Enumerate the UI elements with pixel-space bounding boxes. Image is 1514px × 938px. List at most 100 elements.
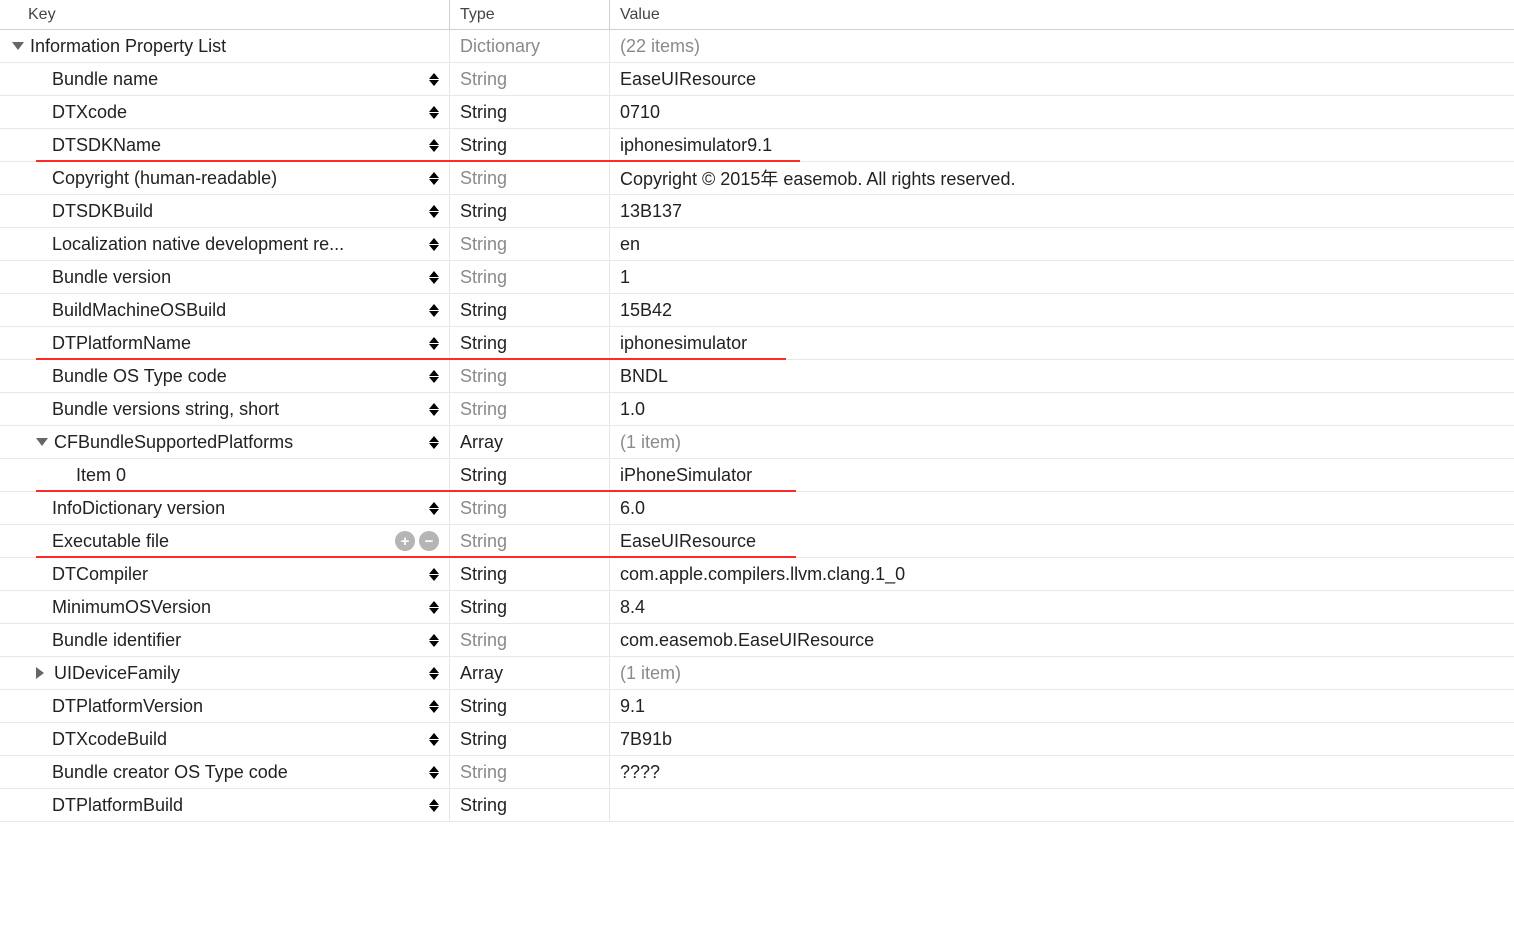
header-type-label: Type: [460, 6, 495, 24]
type-label: String: [460, 531, 507, 552]
key-label: DTCompiler: [52, 564, 148, 585]
value-label: 13B137: [620, 201, 682, 222]
key-stepper-icon[interactable]: [429, 733, 439, 746]
key-label: Bundle OS Type code: [52, 366, 227, 387]
table-row[interactable]: Bundle creator OS Type codeString????: [0, 756, 1514, 789]
value-label: 0710: [620, 102, 660, 123]
table-row[interactable]: Executable file+−StringEaseUIResource: [0, 525, 1514, 558]
key-stepper-icon[interactable]: [429, 304, 439, 317]
key-stepper-icon[interactable]: [429, 106, 439, 119]
key-stepper-icon[interactable]: [429, 766, 439, 779]
value-label: 8.4: [620, 597, 645, 618]
key-stepper-icon[interactable]: [429, 568, 439, 581]
key-label: DTSDKName: [52, 135, 161, 156]
table-row[interactable]: DTPlatformNameStringiphonesimulator: [0, 327, 1514, 360]
key-stepper-icon[interactable]: [429, 73, 439, 86]
key-stepper-icon[interactable]: [429, 667, 439, 680]
header-key[interactable]: Key: [0, 0, 450, 29]
table-row[interactable]: DTXcodeString0710: [0, 96, 1514, 129]
table-row[interactable]: InfoDictionary versionString6.0: [0, 492, 1514, 525]
value-label: com.easemob.EaseUIResource: [620, 630, 874, 651]
annotation-underline: [36, 490, 450, 492]
key-label: Localization native development re...: [52, 234, 344, 255]
type-label: String: [460, 729, 507, 750]
type-label: String: [460, 630, 507, 651]
key-stepper-icon[interactable]: [429, 271, 439, 284]
table-row[interactable]: UIDeviceFamilyArray(1 item): [0, 657, 1514, 690]
key-label: CFBundleSupportedPlatforms: [54, 432, 293, 453]
table-row[interactable]: DTXcodeBuildString7B91b: [0, 723, 1514, 756]
key-label: DTSDKBuild: [52, 201, 153, 222]
annotation-underline: [450, 358, 610, 360]
table-row[interactable]: Bundle versions string, shortString1.0: [0, 393, 1514, 426]
table-row[interactable]: DTCompilerStringcom.apple.compilers.llvm…: [0, 558, 1514, 591]
key-stepper-icon[interactable]: [429, 205, 439, 218]
table-row[interactable]: Localization native development re...Str…: [0, 228, 1514, 261]
value-label: iphonesimulator9.1: [620, 135, 772, 156]
disclosure-triangle-icon[interactable]: [12, 42, 30, 50]
annotation-underline: [610, 556, 796, 558]
disclosure-triangle-icon[interactable]: [36, 438, 54, 446]
table-row[interactable]: Bundle versionString1: [0, 261, 1514, 294]
key-stepper-icon[interactable]: [429, 799, 439, 812]
table-row[interactable]: Bundle identifierStringcom.easemob.EaseU…: [0, 624, 1514, 657]
type-label: String: [460, 135, 507, 156]
key-stepper-icon[interactable]: [429, 502, 439, 515]
key-stepper-icon[interactable]: [429, 172, 439, 185]
header-type[interactable]: Type: [450, 0, 610, 29]
table-row[interactable]: Copyright (human-readable)StringCopyrigh…: [0, 162, 1514, 195]
table-row[interactable]: DTSDKBuildString13B137: [0, 195, 1514, 228]
table-row[interactable]: BuildMachineOSBuildString15B42: [0, 294, 1514, 327]
key-stepper-icon[interactable]: [429, 337, 439, 350]
key-stepper-icon[interactable]: [429, 700, 439, 713]
key-stepper-icon[interactable]: [429, 436, 439, 449]
key-label: DTPlatformName: [52, 333, 191, 354]
header-value-label: Value: [620, 6, 660, 24]
table-row[interactable]: MinimumOSVersion String 8.4: [0, 591, 1514, 624]
root-row[interactable]: Information Property List Dictionary (22…: [0, 30, 1514, 63]
type-label: String: [460, 762, 507, 783]
remove-row-button[interactable]: −: [419, 531, 439, 551]
disclosure-triangle-icon[interactable]: [36, 667, 50, 679]
type-label: String: [460, 366, 507, 387]
type-label: String: [460, 399, 507, 420]
key-stepper-icon[interactable]: [429, 601, 439, 614]
annotation-underline: [450, 490, 610, 492]
key-label: MinimumOSVersion: [52, 597, 211, 618]
table-row[interactable]: DTPlatformBuildString: [0, 789, 1514, 822]
key-stepper-icon[interactable]: [429, 403, 439, 416]
value-label: com.apple.compilers.llvm.clang.1_0: [620, 564, 905, 585]
table-row[interactable]: Bundle OS Type codeStringBNDL: [0, 360, 1514, 393]
type-label: String: [460, 102, 507, 123]
type-label: Array: [460, 432, 503, 453]
annotation-underline: [36, 358, 450, 360]
key-label: DTPlatformVersion: [52, 696, 203, 717]
value-label: EaseUIResource: [620, 69, 756, 90]
table-row[interactable]: DTPlatformVersionString9.1: [0, 690, 1514, 723]
value-label: EaseUIResource: [620, 531, 756, 552]
key-label: Copyright (human-readable): [52, 168, 277, 189]
column-header-row: Key Type Value: [0, 0, 1514, 30]
value-label: ????: [620, 762, 660, 783]
value-label: (1 item): [620, 432, 681, 453]
type-label: String: [460, 333, 507, 354]
table-row[interactable]: Bundle name String EaseUIResource: [0, 63, 1514, 96]
table-row[interactable]: CFBundleSupportedPlatforms Array (1 item): [0, 426, 1514, 459]
type-label: String: [460, 69, 507, 90]
key-stepper-icon[interactable]: [429, 634, 439, 647]
type-label: String: [460, 597, 507, 618]
key-label: Bundle name: [52, 69, 158, 90]
key-stepper-icon[interactable]: [429, 370, 439, 383]
table-row[interactable]: Item 0StringiPhoneSimulator: [0, 459, 1514, 492]
key-label: BuildMachineOSBuild: [52, 300, 226, 321]
annotation-underline: [610, 358, 786, 360]
key-label: Bundle versions string, short: [52, 399, 279, 420]
key-label: DTXcodeBuild: [52, 729, 167, 750]
header-value[interactable]: Value: [610, 0, 1514, 29]
key-stepper-icon[interactable]: [429, 139, 439, 152]
key-stepper-icon[interactable]: [429, 238, 439, 251]
table-row[interactable]: DTSDKName String iphonesimulator9.1: [0, 129, 1514, 162]
add-row-button[interactable]: +: [395, 531, 415, 551]
key-label: Bundle version: [52, 267, 171, 288]
value-label: 6.0: [620, 498, 645, 519]
